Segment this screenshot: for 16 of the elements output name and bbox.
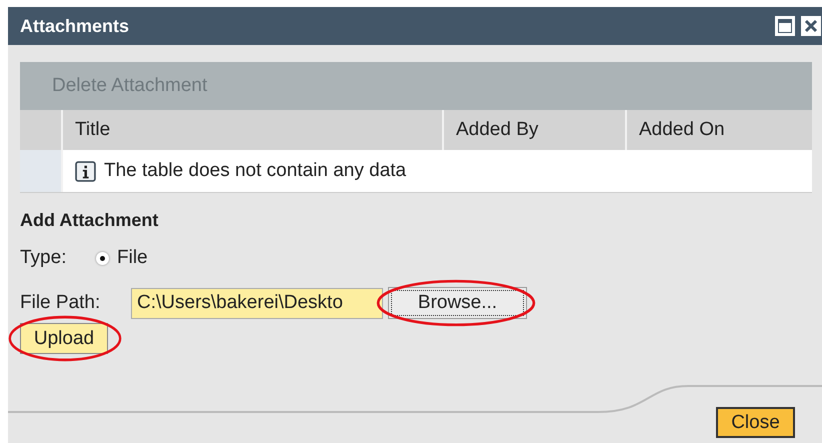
file-path-label: File Path: xyxy=(20,292,102,314)
maximize-icon[interactable] xyxy=(774,15,796,37)
window-title: Attachments xyxy=(20,16,130,36)
close-button[interactable]: Close xyxy=(716,407,795,438)
file-path-field[interactable]: C:\Users\bakerei\Deskto xyxy=(131,288,383,318)
close-icon[interactable] xyxy=(800,15,822,37)
radio-label[interactable]: File xyxy=(117,247,148,269)
column-header[interactable]: Added On xyxy=(627,110,812,150)
upload-button[interactable]: Upload xyxy=(20,323,108,354)
empty-table-message: The table does not contain any data xyxy=(104,160,406,182)
info-icon xyxy=(75,160,96,182)
radio-button[interactable] xyxy=(96,252,109,264)
row-selector xyxy=(20,150,63,192)
section-heading: Add Attachment xyxy=(20,210,160,231)
type-label: Type: xyxy=(20,247,68,269)
browse-button[interactable]: Browse... xyxy=(388,287,527,319)
